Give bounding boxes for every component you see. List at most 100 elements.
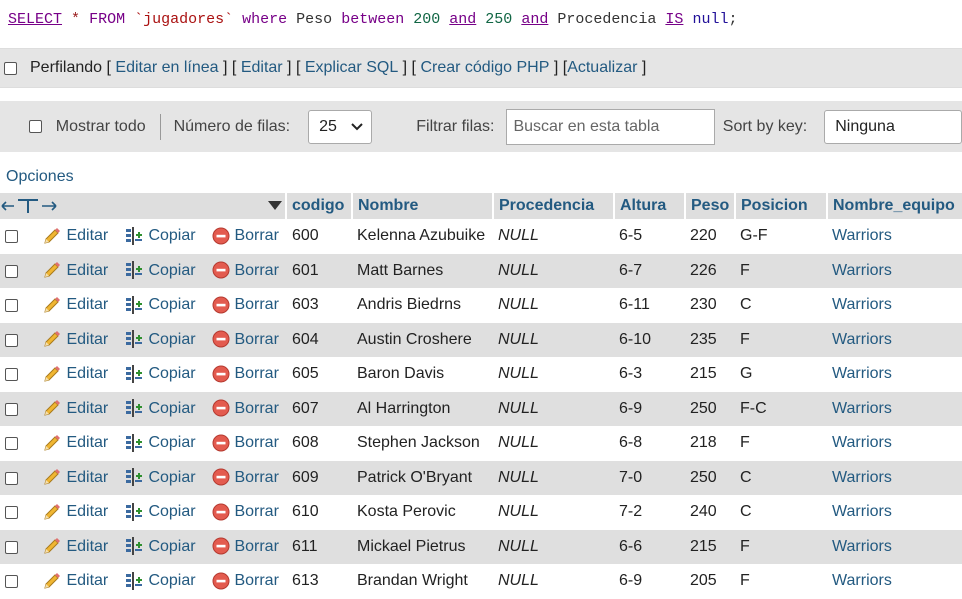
copy-row-button[interactable]: Copiar [124,323,196,358]
edit-row-button[interactable]: Editar [42,426,108,461]
cell-codigo[interactable]: 608 [292,426,319,461]
cell-nombre[interactable]: Baron Davis [357,357,444,392]
cell-posicion[interactable]: F [740,564,750,599]
copy-row-button[interactable]: Copiar [124,219,196,254]
row-checkbox[interactable] [5,575,18,588]
column-header-peso[interactable]: Peso [684,193,734,219]
edit-row-button[interactable]: Editar [42,323,108,358]
cell-peso[interactable]: 240 [690,495,717,530]
delete-row-button[interactable]: Borrar [212,495,279,530]
cell-procedencia[interactable]: NULL [498,219,539,254]
edit-row-button[interactable]: Editar [42,254,108,289]
column-header-nombre[interactable]: Nombre [351,193,492,219]
cell-altura[interactable]: 6-3 [619,357,642,392]
show-all-checkbox[interactable] [29,120,42,133]
row-checkbox[interactable] [5,264,18,278]
delete-row-button[interactable]: Borrar [212,323,279,358]
row-checkbox[interactable] [5,299,18,312]
cell-codigo[interactable]: 611 [292,530,318,565]
cell-nombre-equipo[interactable]: Warriors [832,530,892,565]
cell-altura[interactable]: 7-0 [619,461,642,496]
cell-nombre[interactable]: Kelenna Azubuike [357,219,485,254]
cell-peso[interactable]: 250 [690,392,717,427]
cell-codigo[interactable]: 600 [292,219,319,254]
copy-row-button[interactable]: Copiar [124,495,196,530]
sort-triangle-icon[interactable] [268,201,282,211]
edit-row-button[interactable]: Editar [42,564,108,599]
filter-input[interactable]: Buscar en esta tabla [506,108,715,145]
cell-procedencia[interactable]: NULL [498,392,539,427]
edit-row-button[interactable]: Editar [42,392,108,427]
cell-nombre-equipo[interactable]: Warriors [832,426,892,461]
cell-codigo[interactable]: 604 [292,323,319,358]
cell-posicion[interactable]: F [740,254,750,289]
cell-procedencia[interactable]: NULL [498,530,539,565]
cell-altura[interactable]: 6-5 [619,219,642,254]
cell-nombre[interactable]: Austin Croshere [357,323,472,358]
cell-codigo[interactable]: 609 [292,461,319,496]
cell-nombre-equipo[interactable]: Warriors [832,392,892,427]
copy-row-button[interactable]: Copiar [124,392,196,427]
cell-procedencia[interactable]: NULL [498,254,539,289]
cell-procedencia[interactable]: NULL [498,564,539,599]
cell-peso[interactable]: 215 [690,530,717,565]
cell-nombre[interactable]: Brandan Wright [357,564,468,599]
cell-nombre-equipo[interactable]: Warriors [832,323,892,358]
delete-row-button[interactable]: Borrar [212,392,279,427]
cell-nombre[interactable]: Andris Biedrns [357,288,461,323]
delete-row-button[interactable]: Borrar [212,461,279,496]
sort-select[interactable]: Ninguna [824,109,962,144]
create-php-link[interactable]: Crear código PHP [420,59,549,77]
cell-altura[interactable]: 6-7 [619,254,642,289]
cell-altura[interactable]: 6-9 [619,392,642,427]
cell-codigo[interactable]: 603 [292,288,319,323]
cell-altura[interactable]: 6-9 [619,564,642,599]
copy-row-button[interactable]: Copiar [124,564,196,599]
cell-codigo[interactable]: 601 [292,254,319,289]
delete-row-button[interactable]: Borrar [212,426,279,461]
cell-altura[interactable]: 6-11 [619,288,650,323]
cell-peso[interactable]: 230 [690,288,717,323]
delete-row-button[interactable]: Borrar [212,357,279,392]
cell-peso[interactable]: 235 [690,323,717,358]
cell-peso[interactable]: 218 [690,426,717,461]
delete-row-button[interactable]: Borrar [212,219,279,254]
cell-procedencia[interactable]: NULL [498,461,539,496]
cell-posicion[interactable]: C [740,461,752,496]
cell-nombre[interactable]: Stephen Jackson [357,426,480,461]
cell-nombre[interactable]: Patrick O'Bryant [357,461,472,496]
row-checkbox[interactable] [5,471,18,485]
copy-row-button[interactable]: Copiar [124,461,196,496]
cell-nombre[interactable]: Mickael Pietrus [357,530,465,565]
explain-sql-link[interactable]: Explicar SQL [305,59,398,77]
options-link[interactable]: Opciones [6,168,74,186]
column-header-procedencia[interactable]: Procedencia [492,193,613,219]
rows-select[interactable]: 25 [308,109,373,144]
column-header-nombre-equipo[interactable]: Nombre_equipo [826,193,962,219]
cell-peso[interactable]: 215 [690,357,717,392]
cell-altura[interactable]: 7-2 [619,495,642,530]
cell-codigo[interactable]: 613 [292,564,319,599]
copy-row-button[interactable]: Copiar [124,288,196,323]
profiling-checkbox[interactable] [4,61,17,75]
cell-procedencia[interactable]: NULL [498,495,539,530]
delete-row-button[interactable]: Borrar [212,288,279,323]
row-checkbox[interactable] [5,368,18,381]
delete-row-button[interactable]: Borrar [212,254,279,289]
copy-row-button[interactable]: Copiar [124,357,196,392]
cell-nombre-equipo[interactable]: Warriors [832,254,892,289]
edit-row-button[interactable]: Editar [42,530,108,565]
cell-procedencia[interactable]: NULL [498,288,539,323]
copy-row-button[interactable]: Copiar [124,530,196,565]
edit-link[interactable]: Editar [241,59,283,77]
cell-nombre-equipo[interactable]: Warriors [832,564,892,599]
cell-posicion[interactable]: C [740,495,752,530]
delete-row-button[interactable]: Borrar [212,564,279,599]
cell-altura[interactable]: 6-10 [619,323,651,358]
cell-nombre-equipo[interactable]: Warriors [832,495,892,530]
cell-nombre-equipo[interactable]: Warriors [832,357,892,392]
refresh-link[interactable]: Actualizar [567,59,637,77]
cell-posicion[interactable]: C [740,288,752,323]
cell-codigo[interactable]: 605 [292,357,319,392]
edit-row-button[interactable]: Editar [42,288,108,323]
